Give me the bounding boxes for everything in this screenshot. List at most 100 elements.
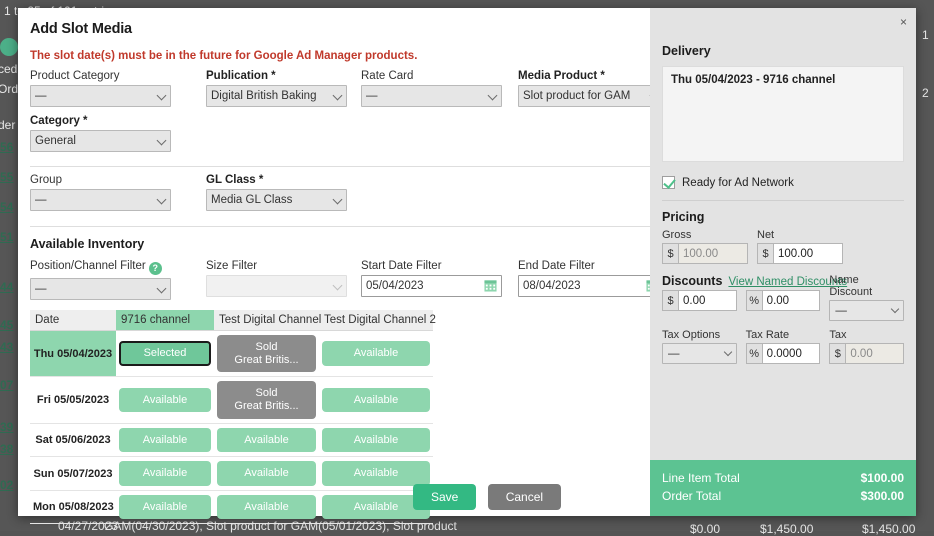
inventory-slot-sold[interactable]: Sold Great Britis... bbox=[217, 381, 316, 419]
inventory-slot-available[interactable]: Available bbox=[119, 461, 211, 486]
gross-field[interactable]: $ bbox=[662, 243, 748, 264]
discount-percent-input[interactable] bbox=[761, 290, 821, 311]
inventory-slot-available[interactable]: Available bbox=[119, 387, 211, 413]
discount-amount-field[interactable]: $ bbox=[662, 290, 737, 311]
percent-icon: % bbox=[745, 343, 762, 364]
discount-percent-field[interactable]: % bbox=[745, 290, 821, 311]
inventory-slot-available[interactable]: Available bbox=[119, 494, 211, 520]
slot-label: Available bbox=[353, 500, 399, 513]
start-date-filter-wrap[interactable] bbox=[361, 275, 502, 297]
group-select-wrap[interactable]: — bbox=[30, 189, 171, 211]
tax-options-select-wrap[interactable]: — bbox=[662, 343, 737, 364]
media-product-select[interactable]: Slot product for GAM bbox=[518, 85, 664, 107]
totals-panel: Line Item Total $100.00 Order Total $300… bbox=[650, 459, 916, 516]
inventory-slot-sold[interactable]: Sold Great Britis... bbox=[217, 335, 316, 373]
bg-link-2[interactable]: 54 bbox=[0, 200, 13, 214]
slot-sublabel: Great Britis... bbox=[234, 399, 299, 412]
right-pane-body: Delivery Thu 05/04/2023 - 9716 channel R… bbox=[650, 8, 916, 460]
rate-card-select-wrap[interactable]: — bbox=[361, 85, 502, 107]
bg-link-0[interactable]: 56 bbox=[0, 140, 13, 154]
name-discount-select-wrap[interactable]: — bbox=[829, 300, 905, 321]
position-channel-filter-select[interactable]: — bbox=[30, 278, 171, 300]
net-input[interactable] bbox=[773, 243, 843, 264]
inventory-slot-available[interactable]: Available bbox=[217, 494, 316, 520]
bg-link-3[interactable]: 51 bbox=[0, 230, 13, 244]
divider-2 bbox=[30, 226, 650, 227]
bg-link-10[interactable]: 02 bbox=[0, 478, 13, 492]
net-field[interactable]: $ bbox=[757, 243, 843, 264]
inventory-slot-available[interactable]: Available bbox=[322, 387, 430, 413]
table-row: Fri 05/05/2023 Available Sold Great Britis.… bbox=[30, 376, 433, 424]
category-select-wrap[interactable]: General bbox=[30, 130, 171, 152]
bg-link-5[interactable]: 45 bbox=[0, 318, 13, 332]
inventory-cell: Available bbox=[214, 490, 319, 525]
end-date-filter-input[interactable] bbox=[518, 275, 664, 297]
calendar-icon[interactable] bbox=[484, 279, 497, 292]
publication-select-wrap[interactable]: Digital British Baking bbox=[206, 85, 347, 107]
inventory-slot-selected[interactable]: Selected bbox=[119, 341, 211, 366]
inventory-cell: Available bbox=[116, 423, 214, 458]
gross-input[interactable] bbox=[678, 243, 748, 264]
tax-rate-input[interactable] bbox=[761, 343, 821, 364]
end-date-filter-wrap[interactable] bbox=[518, 275, 664, 297]
label-tax-rate: Tax Rate bbox=[745, 329, 790, 341]
inventory-cell: Available bbox=[214, 456, 319, 491]
ready-for-ad-network-row[interactable]: Ready for Ad Network bbox=[662, 176, 904, 189]
slot-label: Available bbox=[353, 347, 399, 360]
size-filter-select-wrap[interactable] bbox=[206, 275, 347, 297]
inventory-slot-available[interactable]: Available bbox=[322, 427, 430, 453]
position-channel-filter-select-wrap[interactable]: — bbox=[30, 278, 171, 300]
tax-options-select[interactable]: — bbox=[662, 343, 737, 364]
gl-class-select[interactable]: Media GL Class bbox=[206, 189, 347, 211]
media-product-select-wrap[interactable]: Slot product for GAM bbox=[518, 85, 664, 107]
bg-link-4[interactable]: 44 bbox=[0, 280, 13, 294]
group-select[interactable]: — bbox=[30, 189, 171, 211]
category-select[interactable]: General bbox=[30, 130, 171, 152]
bg-link-8[interactable]: 39 bbox=[0, 420, 13, 434]
inventory-cell: Available bbox=[116, 456, 214, 491]
name-discount-select[interactable]: — bbox=[829, 300, 905, 321]
inventory-slot-available[interactable]: Available bbox=[217, 461, 316, 486]
inventory-cell: Available bbox=[319, 376, 433, 424]
inventory-slot-available[interactable]: Available bbox=[322, 461, 430, 486]
bg-status-badge bbox=[0, 38, 18, 56]
start-date-filter-input[interactable] bbox=[361, 275, 502, 297]
order-total-value: $300.00 bbox=[860, 489, 904, 504]
slot-label: Available bbox=[142, 467, 188, 480]
field-tax-amount: Tax $ bbox=[829, 329, 905, 364]
help-icon[interactable]: ? bbox=[148, 262, 162, 275]
bg-link-9[interactable]: 38 bbox=[0, 442, 13, 456]
tax-amount-field[interactable]: $ bbox=[829, 343, 905, 364]
discount-amount-input[interactable] bbox=[678, 290, 737, 311]
table-row: Sat 05/06/2023 Available Available Availabl… bbox=[30, 423, 433, 458]
tax-rate-field[interactable]: % bbox=[745, 343, 821, 364]
rate-card-select[interactable]: — bbox=[361, 85, 502, 107]
bg-link-7[interactable]: 07 bbox=[0, 378, 13, 392]
tax-amount-input[interactable] bbox=[845, 343, 905, 364]
field-category: Category * General bbox=[30, 115, 171, 152]
checkbox-icon[interactable] bbox=[662, 176, 675, 189]
product-category-select[interactable]: — bbox=[30, 85, 171, 107]
inventory-slot-available[interactable]: Available bbox=[322, 341, 430, 366]
size-filter-select[interactable] bbox=[206, 275, 347, 297]
bg-link-6[interactable]: 43 bbox=[0, 340, 13, 354]
slot-label: Sold bbox=[255, 387, 278, 400]
bg-label-0: ced bbox=[0, 62, 18, 76]
product-category-select-wrap[interactable]: — bbox=[30, 85, 171, 107]
field-media-product: Media Product * Slot product for GAM bbox=[518, 70, 664, 107]
inventory-slot-available[interactable]: Available bbox=[217, 427, 316, 453]
slot-label: Available bbox=[353, 467, 399, 480]
inventory-cell: Sold Great Britis... bbox=[214, 330, 319, 378]
bg-bottom-value-2: $1,450.00 bbox=[862, 522, 916, 536]
bg-bottom-value-0: $0.00 bbox=[690, 522, 721, 536]
cancel-button[interactable]: Cancel bbox=[487, 484, 562, 510]
gl-class-select-wrap[interactable]: Media GL Class bbox=[206, 189, 347, 211]
save-button[interactable]: Save bbox=[413, 484, 477, 510]
table-row: Mon 05/08/2023 Available Available Availabl… bbox=[30, 490, 433, 525]
publication-select[interactable]: Digital British Baking bbox=[206, 85, 347, 107]
dialog-footer-buttons: Save Cancel bbox=[413, 484, 562, 510]
bg-link-1[interactable]: 55 bbox=[0, 170, 13, 184]
inventory-slot-available[interactable]: Available bbox=[119, 427, 211, 453]
label-group: Group bbox=[30, 174, 62, 186]
label-product-category: Product Category bbox=[30, 70, 120, 82]
